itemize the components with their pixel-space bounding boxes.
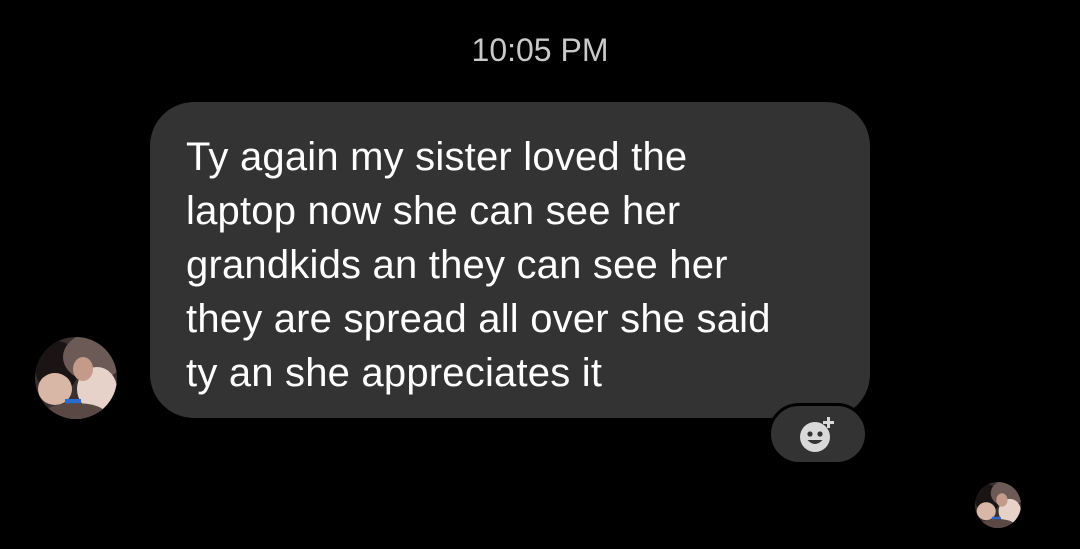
message-line: they are spread all over she said bbox=[186, 297, 771, 341]
add-reaction-button[interactable] bbox=[768, 403, 868, 465]
message-line: Ty again my sister loved the bbox=[186, 135, 688, 179]
add-reaction-icon bbox=[800, 417, 834, 452]
read-receipt-avatar bbox=[975, 482, 1021, 528]
message-line: ty an she appreciates it bbox=[186, 351, 603, 395]
sender-avatar[interactable] bbox=[35, 337, 117, 419]
message-bubble[interactable]: Ty again my sister loved the laptop now … bbox=[150, 102, 870, 418]
message-text: Ty again my sister loved the laptop now … bbox=[186, 130, 840, 400]
avatar-photo-icon bbox=[975, 482, 1021, 528]
message-timestamp: 10:05 PM bbox=[471, 32, 609, 68]
message-line: grandkids an they can see her bbox=[186, 243, 728, 287]
message-line: laptop now she can see her bbox=[186, 189, 681, 233]
avatar-photo-icon bbox=[35, 337, 117, 419]
